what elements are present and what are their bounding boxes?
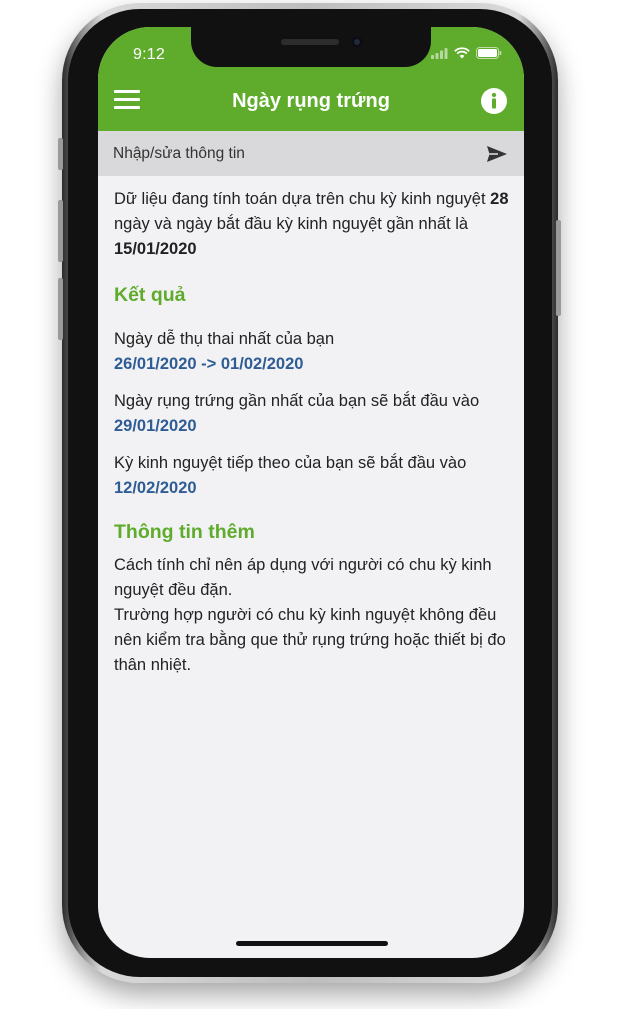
result-item-ovulation: Ngày rụng trứng gần nhất của bạn sẽ bắt …: [114, 389, 510, 439]
edit-info-label: Nhập/sửa thông tin: [113, 145, 245, 162]
front-camera: [351, 36, 363, 48]
signal-icon: [431, 47, 448, 59]
status-time: 9:12: [133, 46, 165, 63]
results-heading: Kết quả: [114, 284, 186, 306]
side-button-volume-up: [58, 200, 63, 262]
wifi-icon: [454, 47, 470, 59]
result-value: 29/01/2020: [114, 417, 197, 435]
result-label: Kỳ kinh nguyệt tiếp theo của bạn sẽ bắt …: [114, 454, 467, 472]
intro-text-middle: ngày và ngày bắt đầu kỳ kinh nguyệt gần …: [114, 215, 469, 233]
result-value: 12/02/2020: [114, 479, 197, 497]
edit-info-bar[interactable]: Nhập/sửa thông tin: [98, 131, 524, 176]
more-info-heading: Thông tin thêm: [114, 521, 255, 543]
result-label: Ngày dễ thụ thai nhất của bạn: [114, 330, 335, 348]
result-item-fertile-window: Ngày dễ thụ thai nhất của bạn 26/01/2020…: [114, 327, 510, 377]
battery-icon: [476, 47, 502, 59]
result-item-next-period: Kỳ kinh nguyệt tiếp theo của bạn sẽ bắt …: [114, 451, 510, 501]
earpiece-speaker: [281, 39, 339, 45]
side-button-mute: [58, 138, 63, 170]
result-value: 26/01/2020 -> 01/02/2020: [114, 355, 304, 373]
intro-paragraph: Dữ liệu đang tính toán dựa trên chu kỳ k…: [114, 187, 510, 262]
side-button-volume-down: [58, 278, 63, 340]
app-screen: 9:12 Ngày rụng trứng Nhập/sửa thông tin …: [98, 27, 524, 958]
navigation-bar: Ngày rụng trứng: [98, 71, 524, 131]
page-title: Ngày rụng trứng: [232, 90, 390, 112]
last-period-date: 15/01/2020: [114, 240, 197, 258]
result-label: Ngày rụng trứng gần nhất của bạn sẽ bắt …: [114, 392, 480, 410]
intro-text-start: Dữ liệu đang tính toán dựa trên chu kỳ k…: [114, 190, 486, 208]
more-info-line-2: Trường hợp người có chu kỳ kinh nguyệt k…: [114, 606, 506, 674]
info-icon[interactable]: [480, 87, 508, 115]
send-icon[interactable]: [486, 145, 508, 163]
more-info-line-1: Cách tính chỉ nên áp dụng với người có c…: [114, 556, 492, 599]
status-icons: [431, 47, 502, 59]
content-area: Dữ liệu đang tính toán dựa trên chu kỳ k…: [114, 187, 510, 678]
home-indicator[interactable]: [236, 941, 388, 946]
cycle-days-value: 28: [490, 190, 509, 208]
device-notch: [191, 27, 431, 67]
side-button-power: [556, 220, 561, 316]
